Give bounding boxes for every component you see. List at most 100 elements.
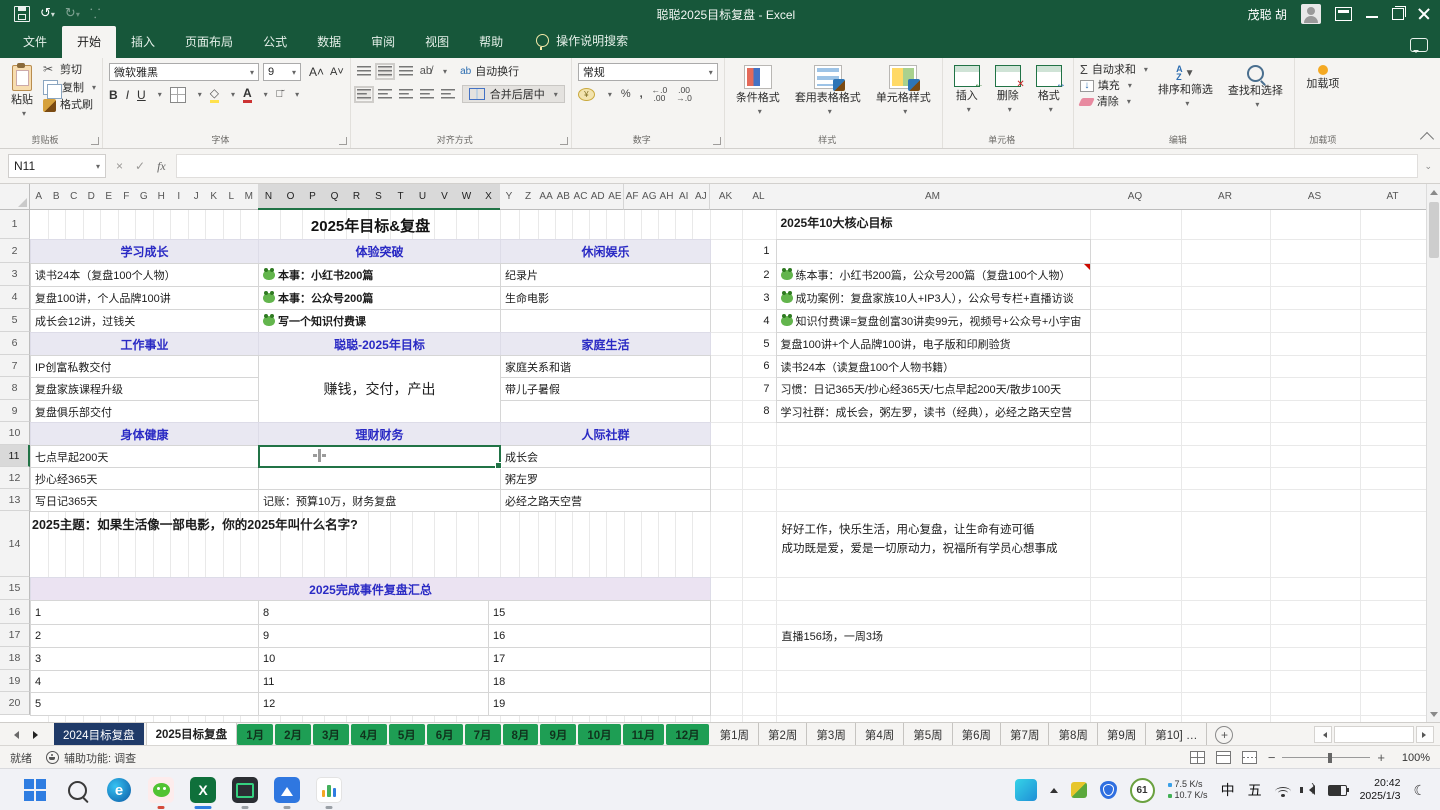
sheet-tab-第4周[interactable]: 第4周	[856, 723, 904, 746]
battery-icon[interactable]	[1328, 785, 1347, 796]
vertical-scrollbar[interactable]	[1426, 184, 1440, 722]
row-header-16[interactable]: 16	[0, 600, 30, 624]
accessibility-status[interactable]: 辅助功能: 调查	[46, 750, 136, 766]
column-header-V[interactable]: V	[434, 184, 457, 210]
undo-icon[interactable]: ↺▾	[40, 6, 55, 22]
focus-assist-moon-icon[interactable]: ☾	[1413, 782, 1426, 799]
column-header-E[interactable]: E	[100, 184, 119, 210]
align-right-button[interactable]	[399, 89, 413, 100]
column-header-N[interactable]: N	[258, 184, 281, 210]
summary-cell-r17-c1[interactable]: 9	[258, 624, 489, 648]
scroll-up-button[interactable]	[1427, 184, 1440, 200]
section-header-聪聪-2025年目标[interactable]: 聪聪-2025年目标	[258, 332, 501, 356]
align-top-button[interactable]	[357, 66, 371, 77]
column-header-AI[interactable]: AI	[675, 184, 693, 210]
goal-item-r6[interactable]: 复盘100讲+个人品牌100讲，电子版和印刷验货	[776, 332, 1091, 356]
alignment-dialog-launcher[interactable]	[560, 137, 568, 145]
formula-input[interactable]	[176, 154, 1419, 178]
hscroll-track[interactable]	[1334, 726, 1414, 743]
fill-color-button[interactable]: ◇	[210, 86, 219, 103]
theme-text[interactable]: 2025主题：如果生活像一部电影，你的2025年叫什么名字?	[32, 514, 358, 533]
customize-qat-icon[interactable]: ⸪	[90, 7, 101, 21]
row-header-4[interactable]: 4	[0, 286, 30, 309]
tray-green-app-icon[interactable]	[1071, 782, 1087, 798]
decrease-decimal-button[interactable]: .00→.0	[676, 86, 692, 102]
column-header-L[interactable]: L	[223, 184, 242, 210]
cell-r5-c2[interactable]	[500, 309, 711, 333]
column-header-G[interactable]: G	[135, 184, 154, 210]
cell-r13-c1[interactable]: 记账：预算10万，财务复盘	[258, 489, 501, 512]
goal-item-r9[interactable]: 学习社群：成长会，粥左罗，读书（经典），必经之路天空营	[776, 400, 1091, 423]
cloud-app-button[interactable]	[274, 777, 300, 803]
minimize-button[interactable]	[1366, 16, 1378, 18]
grow-font-button[interactable]: A˄	[309, 65, 324, 79]
summary-cell-r20-c2[interactable]: 19	[488, 692, 711, 716]
column-header-Z[interactable]: Z	[519, 184, 539, 210]
summary-cell-r19-c1[interactable]: 11	[258, 670, 489, 693]
column-header-R[interactable]: R	[346, 184, 369, 210]
row-header-3[interactable]: 3	[0, 263, 30, 286]
column-header-T[interactable]: T	[390, 184, 413, 210]
redo-icon[interactable]: ↻▾	[65, 6, 80, 22]
goal-item-r3[interactable]: 练本事：小红书200篇，公众号200篇（复盘100个人物）	[776, 263, 1091, 287]
row-header-8[interactable]: 8	[0, 377, 30, 400]
column-header-I[interactable]: I	[170, 184, 189, 210]
conditional-formatting-button[interactable]: 条件格式▾	[731, 63, 785, 120]
row-header-20[interactable]: 20	[0, 692, 30, 715]
column-header-X[interactable]: X	[478, 184, 501, 210]
ribbon-tab-文件[interactable]: 文件	[8, 26, 62, 58]
ribbon-tab-公式[interactable]: 公式	[248, 26, 302, 58]
new-sheet-button[interactable]: +	[1215, 726, 1233, 744]
row-header-19[interactable]: 19	[0, 670, 30, 692]
column-header-AE[interactable]: AE	[606, 184, 624, 210]
borders-button[interactable]	[170, 87, 186, 103]
goal-index-1[interactable]: 1	[742, 239, 770, 263]
fill-button[interactable]: ↓填充▾	[1080, 79, 1148, 93]
insert-cells-button[interactable]: ← 插入▾	[949, 63, 985, 118]
row-header-18[interactable]: 18	[0, 647, 30, 670]
column-header-F[interactable]: F	[118, 184, 137, 210]
goal-item-r2[interactable]	[776, 239, 1091, 264]
screen-recorder-button[interactable]	[232, 777, 258, 803]
sheet-tab-1月[interactable]: 1月	[237, 724, 273, 745]
sheet-tab-第7周[interactable]: 第7周	[1001, 723, 1049, 746]
cell-r9-c2[interactable]	[500, 400, 711, 423]
vertical-scroll-thumb[interactable]	[1429, 202, 1439, 258]
goal-item-r8[interactable]: 习惯：日记365天/抄心经365天/七点早起200天/散步100天	[776, 377, 1091, 401]
sheet-tab-第9周[interactable]: 第9周	[1098, 723, 1146, 746]
zoom-percent[interactable]: 100%	[1396, 752, 1430, 764]
cut-button[interactable]: 剪切	[43, 63, 96, 77]
sheet-tab-8月[interactable]: 8月	[503, 724, 539, 745]
fill-handle[interactable]	[495, 462, 502, 469]
goal-index-7[interactable]: 7	[742, 377, 770, 400]
tray-expand-icon[interactable]	[1050, 784, 1058, 793]
summary-title-cell[interactable]: 2025完成事件复盘汇总	[30, 577, 711, 601]
clock[interactable]: 20:42 2025/1/3	[1360, 777, 1401, 803]
font-name-select[interactable]: 微软雅黑▾	[109, 63, 259, 81]
sort-filter-button[interactable]: AZ▼ 排序和筛选▾	[1153, 63, 1218, 112]
section-header-学习成长[interactable]: 学习成长	[30, 239, 259, 264]
summary-cell-r20-c1[interactable]: 12	[258, 692, 489, 716]
tab-scroll-right-icon[interactable]	[33, 731, 42, 739]
scroll-down-button[interactable]	[1427, 706, 1440, 722]
bold-button[interactable]: B	[109, 88, 118, 102]
user-name[interactable]: 茂聪 胡	[1248, 6, 1287, 23]
summary-cell-r17-c0[interactable]: 2	[30, 624, 259, 648]
horizontal-scrollbar[interactable]	[1314, 723, 1434, 746]
sheet-tab-第2周[interactable]: 第2周	[759, 723, 807, 746]
sheet-tab-2024目标复盘[interactable]: 2024目标复盘	[54, 723, 144, 746]
sheet-tab-6月[interactable]: 6月	[427, 724, 463, 745]
row-header-2[interactable]: 2	[0, 239, 30, 263]
tab-scroll-left-icon[interactable]	[10, 731, 19, 739]
sheet-tab-第3周[interactable]: 第3周	[807, 723, 855, 746]
comments-icon[interactable]	[1410, 38, 1428, 52]
network-speed-indicator[interactable]: 7.5 K/s 10.7 K/s	[1168, 779, 1208, 801]
column-header-AQ[interactable]: AQ	[1090, 184, 1182, 210]
decrease-indent-button[interactable]	[420, 89, 434, 100]
column-header-A[interactable]: A	[30, 184, 49, 210]
copy-button[interactable]: 复制▾	[43, 80, 96, 95]
wrap-text-button[interactable]: ab自动换行	[460, 63, 519, 79]
section-header-人际社群[interactable]: 人际社群	[500, 422, 711, 446]
merge-center-button[interactable]: 合并后居中▾	[462, 85, 565, 103]
row-header-14[interactable]: 14	[0, 511, 30, 577]
